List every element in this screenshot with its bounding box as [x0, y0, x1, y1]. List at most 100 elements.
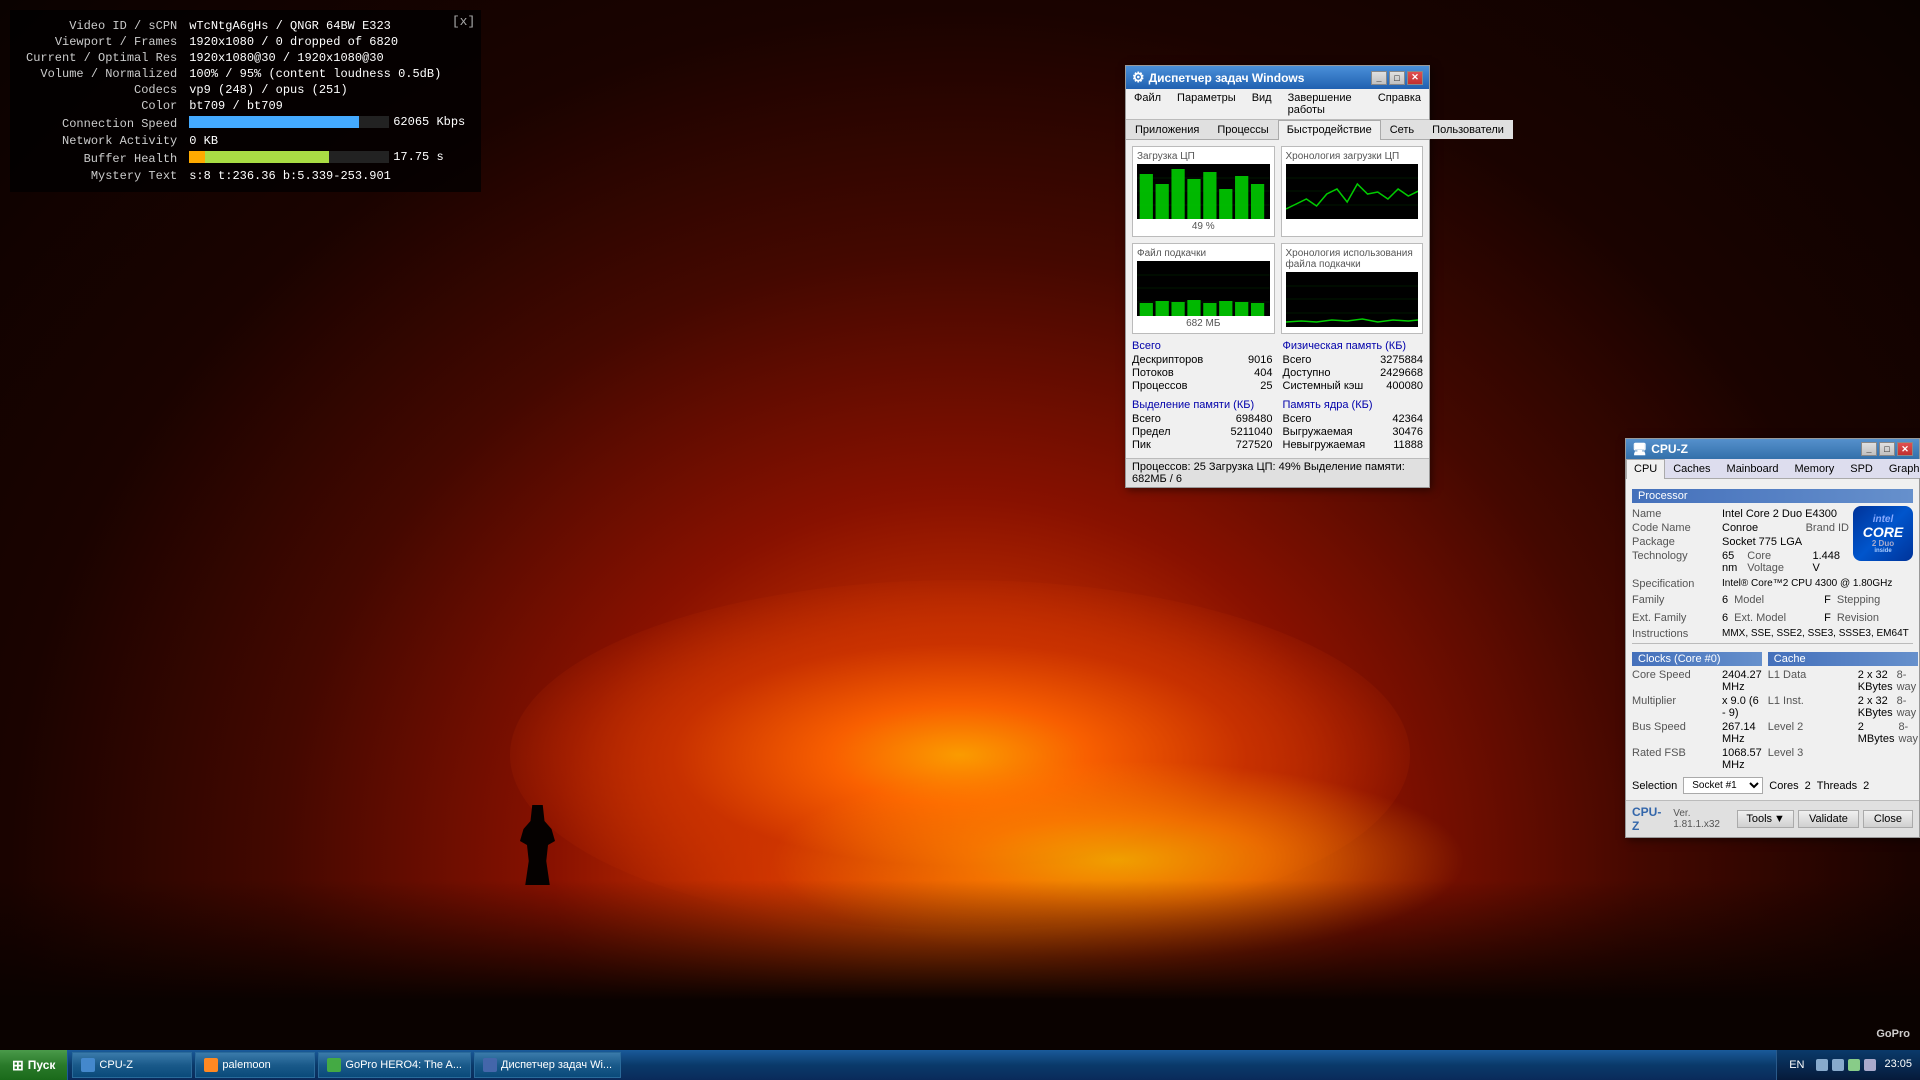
l1data-way: 8-way — [1897, 669, 1918, 693]
cpuz-maximize-button[interactable]: □ — [1879, 442, 1895, 456]
tab-processes[interactable]: Процессы — [1208, 120, 1277, 139]
level3-field: Level 3 — [1768, 747, 1918, 759]
validate-button[interactable]: Validate — [1798, 810, 1859, 828]
ext-family-field: Ext. Family 6 — [1632, 612, 1728, 624]
cpuz-close-button[interactable]: ✕ — [1897, 442, 1913, 456]
taskmgr-menu-help[interactable]: Справка — [1374, 90, 1425, 118]
revision-label: Revision — [1837, 612, 1920, 624]
kernel-nonpaged-label: Невыгружаемая — [1283, 439, 1366, 451]
descriptors-value: 9016 — [1248, 354, 1272, 366]
taskmgr-taskbar-icon — [483, 1058, 497, 1072]
family-value: 6 — [1722, 594, 1728, 606]
taskbar-palemoon-label: palemoon — [222, 1059, 270, 1071]
rated-fsb-label: Rated FSB — [1632, 747, 1722, 771]
cpuz-icon: 🖥 — [1632, 442, 1647, 456]
l1inst-way: 8-way — [1897, 695, 1918, 719]
taskbar-item-cpuz[interactable]: CPU-Z — [72, 1052, 192, 1078]
processes-label: Процессов — [1132, 380, 1188, 392]
tab-users[interactable]: Пользователи — [1423, 120, 1513, 139]
taskmgr-menu-file[interactable]: Файл — [1130, 90, 1165, 118]
ext-family-value: 6 — [1722, 612, 1728, 624]
taskbar-item-gopro[interactable]: GoPro HERO4: The A... — [318, 1052, 471, 1078]
tools-button[interactable]: Tools ▼ — [1737, 810, 1794, 828]
cpuz-bottom-left: CPU-Z Ver. 1.81.1.x32 — [1632, 805, 1737, 833]
cpuz-tabbar: CPU Caches Mainboard Memory SPD Graphics… — [1626, 459, 1919, 479]
tab-apps[interactable]: Приложения — [1126, 120, 1208, 139]
code-name-label: Code Name — [1632, 522, 1722, 534]
taskmgr-menu-shutdown[interactable]: Завершение работы — [1284, 90, 1366, 118]
core-speed-value: 2404.27 MHz — [1722, 669, 1762, 693]
totals-section: Всего Дескрипторов 9016 Потоков 404 Проц… — [1132, 340, 1273, 393]
tab-memory[interactable]: Memory — [1787, 459, 1843, 478]
vo-label: Viewport / Frames — [22, 34, 185, 50]
cpu-history-title: Хронология загрузки ЦП — [1286, 151, 1419, 162]
totals-title: Всего — [1132, 340, 1273, 352]
revision-field: Revision L2 — [1837, 612, 1920, 624]
processor-info: Name Intel Core 2 Duo E4300 Code Name Co… — [1632, 506, 1913, 576]
model-label: Model — [1734, 594, 1824, 606]
rated-fsb-value: 1068.57 MHz — [1722, 747, 1762, 771]
taskbar-gopro-label: GoPro HERO4: The A... — [345, 1059, 462, 1071]
kernel-paged-value: 30476 — [1392, 426, 1423, 438]
tab-mainboard[interactable]: Mainboard — [1719, 459, 1787, 478]
tab-network[interactable]: Сеть — [1381, 120, 1423, 139]
taskmgr-close-button[interactable]: ✕ — [1407, 71, 1423, 85]
mystery-text-label: Mystery Text — [22, 168, 185, 184]
tab-performance[interactable]: Быстродействие — [1278, 120, 1381, 140]
buffer-health-value: 17.75 s — [185, 149, 469, 168]
video-overlay-close[interactable]: [x] — [452, 14, 475, 29]
l1inst-value: 2 x 32 KBytes — [1858, 695, 1893, 719]
threads-row: Потоков 404 — [1132, 367, 1273, 379]
close-cpuz-button[interactable]: Close — [1863, 810, 1913, 828]
stepping-label: Stepping — [1837, 594, 1920, 606]
level2-field: Level 2 2 MBytes 8-way — [1768, 721, 1918, 745]
l1inst-field: L1 Inst. 2 x 32 KBytes 8-way — [1768, 695, 1918, 719]
syscache-value: 400080 — [1386, 380, 1423, 392]
commit-limit-label: Предел — [1132, 426, 1171, 438]
clocks-cache-grid: Clocks (Core #0) Core Speed 2404.27 MHz … — [1632, 648, 1913, 773]
taskmgr-title: Диспетчер задач Windows — [1149, 71, 1305, 85]
vo-label: Volume / Normalized — [22, 66, 185, 82]
package-value: Socket 775 LGA — [1722, 536, 1849, 548]
cpu-usage-value: 49 % — [1137, 221, 1270, 232]
buffer-health-label: Buffer Health — [22, 149, 185, 168]
intel-logo: intel CORE 2 Duo inside — [1853, 506, 1913, 561]
phys-total-row: Всего 3275884 — [1283, 354, 1424, 366]
mystery-text-value: s:8 t:236.36 b:5.339-253.901 — [185, 168, 469, 184]
vo-value: bt709 / bt709 — [185, 98, 469, 114]
phys-mem-section: Физическая память (КБ) Всего 3275884 Дос… — [1283, 340, 1424, 393]
multiplier-field: Multiplier x 9.0 (6 - 9) — [1632, 695, 1762, 719]
instructions-label: Instructions — [1632, 628, 1722, 640]
taskmgr-menu-view[interactable]: Вид — [1248, 90, 1276, 118]
tab-graphics[interactable]: Graphics — [1881, 459, 1920, 478]
video-taskbar-icon — [327, 1058, 341, 1072]
taskbar-item-taskmgr[interactable]: Диспетчер задач Wi... — [474, 1052, 621, 1078]
cpuz-titlebar: 🖥 CPU-Z _ □ ✕ — [1626, 439, 1919, 459]
level2-value: 2 MBytes — [1858, 721, 1895, 745]
kernel-total-label: Всего — [1283, 413, 1312, 425]
cache-title: Cache — [1768, 652, 1918, 666]
tab-caches[interactable]: Caches — [1665, 459, 1718, 478]
cpu-history-graph — [1286, 164, 1419, 219]
start-button[interactable]: ⊞ Пуск — [0, 1050, 68, 1080]
taskmgr-menu-params[interactable]: Параметры — [1173, 90, 1240, 118]
taskmgr-tabbar: Приложения Процессы Быстродействие Сеть … — [1126, 120, 1429, 140]
taskmgr-minimize-button[interactable]: _ — [1371, 71, 1387, 85]
taskmgr-maximize-button[interactable]: □ — [1389, 71, 1405, 85]
socket-select[interactable]: Socket #1 — [1683, 777, 1763, 794]
pagefile-history-title: Хронология использования файла подкачки — [1286, 248, 1419, 270]
package-label: Package — [1632, 536, 1722, 548]
taskbar-item-palemoon[interactable]: palemoon — [195, 1052, 315, 1078]
cpu-history-cell: Хронология загрузки ЦП — [1281, 146, 1424, 237]
cpu-usage-cell: Загрузка ЦП — [1132, 146, 1275, 237]
bus-speed-value: 267.14 MHz — [1722, 721, 1762, 745]
bus-speed-label: Bus Speed — [1632, 721, 1722, 745]
commit-section: Выделение памяти (КБ) Всего 698480 Преде… — [1132, 399, 1273, 452]
tab-spd[interactable]: SPD — [1842, 459, 1881, 478]
taskbar-items: CPU-Z palemoon GoPro HERO4: The A... Дис… — [68, 1050, 1776, 1080]
tab-cpu[interactable]: CPU — [1626, 459, 1665, 479]
commit-total-label: Всего — [1132, 413, 1161, 425]
commit-total-row: Всего 698480 — [1132, 413, 1273, 425]
cpuz-minimize-button[interactable]: _ — [1861, 442, 1877, 456]
l1inst-label: L1 Inst. — [1768, 695, 1858, 719]
